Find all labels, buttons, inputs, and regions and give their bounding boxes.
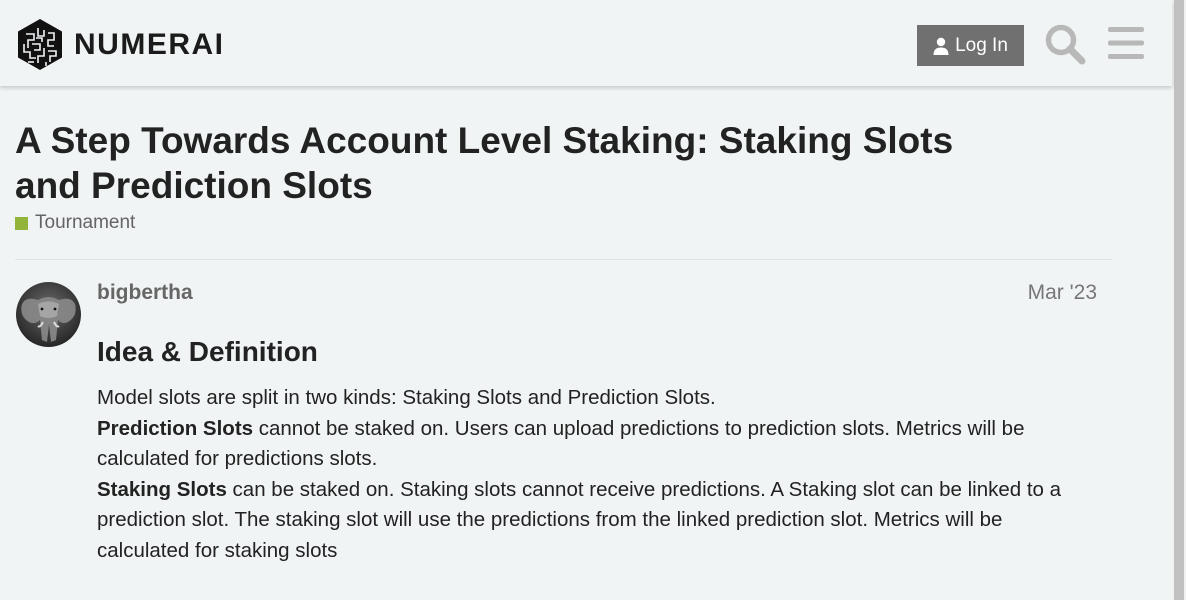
elephant-avatar-icon [16,282,81,347]
staking-slots-text: can be staked on. Staking slots cannot r… [97,477,1062,562]
login-button[interactable]: Log In [917,25,1024,66]
avatar[interactable] [16,282,81,347]
scrollbar-thumb[interactable] [1174,0,1184,600]
post-username[interactable]: bigbertha [97,281,193,305]
staking-slots-term: Staking Slots [97,477,227,501]
search-icon[interactable] [1043,22,1087,66]
logo-text: NUMERAI [74,28,225,61]
prediction-slots-term: Prediction Slots [97,416,254,440]
category-badge[interactable]: Tournament [15,212,135,234]
site-header: NUMERAI Log In [0,0,1172,86]
divider [15,259,1112,260]
post-body: Model slots are split in two kinds: Stak… [97,383,1092,567]
category-color-swatch [15,216,28,230]
post-paragraph-intro: Model slots are split in two kinds: Stak… [97,386,716,409]
category-name: Tournament [35,212,136,233]
page: NUMERAI Log In A Step Towards Account Le… [0,0,1186,600]
post-paragraph-prediction: Prediction Slots cannot be staked on. Us… [97,414,1092,475]
home-logo-link[interactable]: NUMERAI [16,18,225,71]
topic-title[interactable]: A Step Towards Account Level Staking: St… [15,118,1015,208]
user-icon [933,37,949,55]
post-date[interactable]: Mar '23 [1028,281,1097,305]
post-heading: Idea & Definition [97,336,318,367]
numerai-logo-icon [18,19,62,70]
post-paragraph-staking: Staking Slots can be staked on. Staking … [97,475,1092,567]
hamburger-menu-icon[interactable] [1106,25,1146,61]
login-label: Log In [955,34,1008,56]
